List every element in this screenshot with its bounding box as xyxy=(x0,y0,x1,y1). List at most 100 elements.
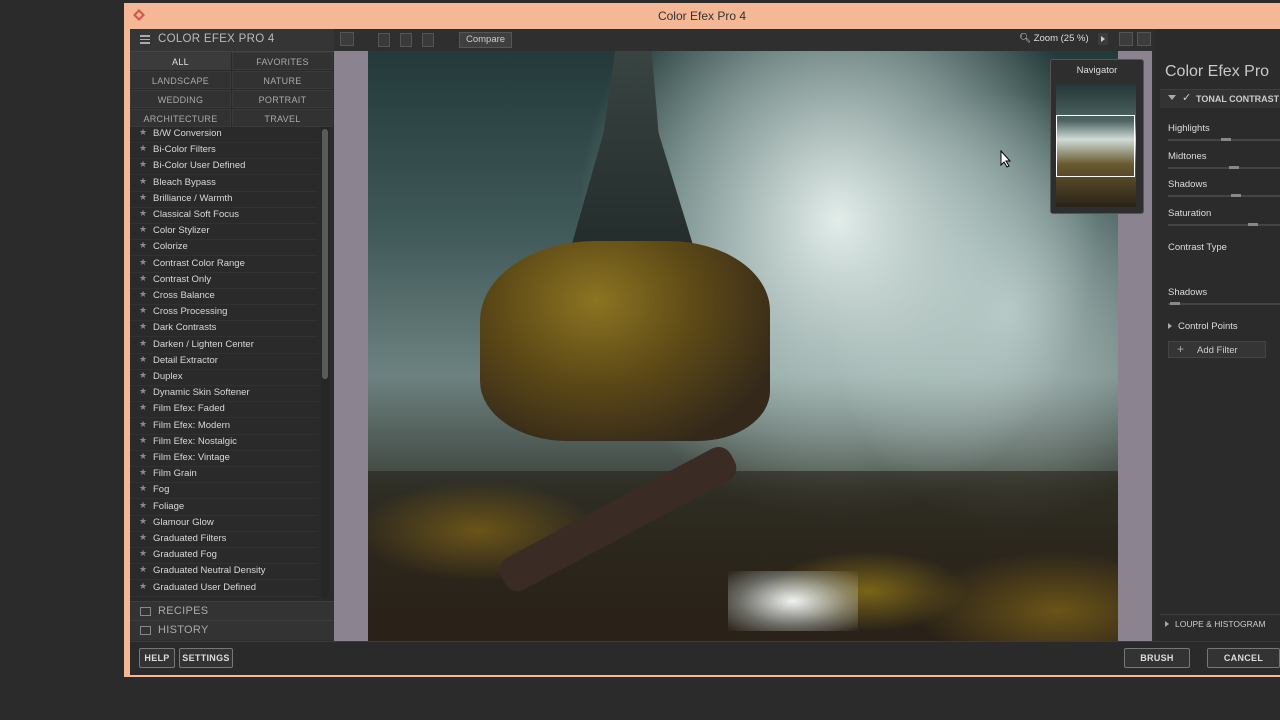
tab-wedding[interactable]: WEDDING xyxy=(130,90,231,108)
filter-list-item[interactable]: ★ Colorize xyxy=(130,239,318,257)
filter-list-item[interactable]: ★ Glamour Glow xyxy=(130,515,318,532)
filter-list-item[interactable]: ★ Film Grain xyxy=(130,466,318,484)
tab-favorites[interactable]: FAVORITES xyxy=(232,52,333,70)
favorite-star-icon[interactable]: ★ xyxy=(139,435,147,446)
tab-all[interactable]: ALL xyxy=(130,52,231,70)
control-points-toggle[interactable]: Control Points xyxy=(1168,321,1238,332)
favorite-star-icon[interactable]: ★ xyxy=(139,419,147,430)
favorite-star-icon[interactable]: ★ xyxy=(139,159,147,170)
filter-list-item[interactable]: ★ B/W Conversion xyxy=(130,126,318,143)
collapse-arrow-icon[interactable] xyxy=(1168,95,1176,100)
filter-list-item[interactable]: ★ Cross Processing xyxy=(130,304,318,322)
filter-list-scrollbar[interactable] xyxy=(321,127,329,597)
tab-portrait[interactable]: PORTRAIT xyxy=(232,90,333,108)
filter-list-item[interactable]: ★ Graduated Fog xyxy=(130,547,318,565)
favorite-star-icon[interactable]: ★ xyxy=(139,208,147,219)
filter-list-item[interactable]: ★ Contrast Color Range xyxy=(130,256,318,273)
scrollbar-thumb[interactable] xyxy=(322,129,328,379)
favorite-star-icon[interactable]: ★ xyxy=(139,500,147,511)
checkmark-icon[interactable]: ✓ xyxy=(1182,91,1191,104)
toggle-left-panel-icon[interactable] xyxy=(340,32,354,46)
favorite-star-icon[interactable]: ★ xyxy=(139,467,147,478)
slider-midtones[interactable] xyxy=(1168,166,1280,169)
favorite-star-icon[interactable]: ★ xyxy=(139,321,147,332)
slider-knob[interactable] xyxy=(1229,166,1239,169)
filter-header-tonal-contrast[interactable]: ✓ TONAL CONTRAST xyxy=(1160,89,1280,108)
favorite-star-icon[interactable]: ★ xyxy=(139,386,147,397)
background-color-icon[interactable] xyxy=(1119,32,1133,46)
filter-list-item[interactable]: ★ Contrast Only xyxy=(130,272,318,289)
filter-list-item[interactable]: ★ Duplex xyxy=(130,369,318,386)
favorite-star-icon[interactable]: ★ xyxy=(139,548,147,559)
filter-list-item[interactable]: ★ Film Efex: Modern xyxy=(130,418,318,435)
favorite-star-icon[interactable]: ★ xyxy=(139,338,147,349)
split-view-icon[interactable] xyxy=(400,33,412,47)
filter-list-item[interactable]: ★ Film Efex: Faded xyxy=(130,401,318,419)
settings-button[interactable]: SETTINGS xyxy=(179,648,233,668)
tab-architecture[interactable]: ARCHITECTURE xyxy=(130,109,231,127)
slider-shadows[interactable] xyxy=(1168,194,1280,197)
favorite-star-icon[interactable]: ★ xyxy=(139,192,147,203)
filter-list-item[interactable]: ★ Dark Contrasts xyxy=(130,320,318,338)
filter-list-item[interactable]: ★ Classical Soft Focus xyxy=(130,207,318,224)
filter-list-item[interactable]: ★ Brilliance / Warmth xyxy=(130,191,318,208)
favorite-star-icon[interactable]: ★ xyxy=(139,176,147,187)
favorite-star-icon[interactable]: ★ xyxy=(139,483,147,494)
tab-landscape[interactable]: LANDSCAPE xyxy=(130,71,231,89)
filter-list-item[interactable]: ★ Color Stylizer xyxy=(130,223,318,241)
cancel-button[interactable]: CANCEL xyxy=(1207,648,1280,668)
zoom-menu-arrow-icon[interactable] xyxy=(1098,33,1108,45)
add-filter-button[interactable]: + Add Filter xyxy=(1168,341,1266,358)
favorite-star-icon[interactable]: ★ xyxy=(139,289,147,300)
menu-icon[interactable] xyxy=(140,35,150,44)
single-view-icon[interactable] xyxy=(378,33,390,47)
favorite-star-icon[interactable]: ★ xyxy=(139,273,147,284)
favorite-star-icon[interactable]: ★ xyxy=(139,257,147,268)
favorite-star-icon[interactable]: ★ xyxy=(139,581,147,592)
filter-list-item[interactable]: ★ Darken / Lighten Center xyxy=(130,337,318,354)
slider-knob[interactable] xyxy=(1248,223,1258,226)
favorite-star-icon[interactable]: ★ xyxy=(139,143,147,154)
slider-knob[interactable] xyxy=(1231,194,1241,197)
slider-highlights[interactable] xyxy=(1168,138,1280,141)
tab-travel[interactable]: TRAVEL xyxy=(232,109,333,127)
zoom-control[interactable]: 🔍︎ Zoom (25 %) xyxy=(1019,33,1089,44)
filter-list-item[interactable]: ★ Bi-Color User Defined xyxy=(130,158,318,176)
favorite-star-icon[interactable]: ★ xyxy=(139,224,147,235)
favorite-star-icon[interactable]: ★ xyxy=(139,370,147,381)
favorite-star-icon[interactable]: ★ xyxy=(139,451,147,462)
favorite-star-icon[interactable]: ★ xyxy=(139,354,147,365)
tab-nature[interactable]: NATURE xyxy=(232,71,333,89)
filter-list-item[interactable]: ★ Dynamic Skin Softener xyxy=(130,385,318,403)
filter-list-item[interactable]: ★ Graduated Filters xyxy=(130,531,318,548)
slider-shadows-2[interactable] xyxy=(1168,302,1280,305)
favorite-star-icon[interactable]: ★ xyxy=(139,305,147,316)
history-section[interactable]: HISTORY xyxy=(130,620,334,640)
navigator-viewport[interactable] xyxy=(1056,115,1135,177)
favorite-star-icon[interactable]: ★ xyxy=(139,402,147,413)
filter-list-item[interactable]: ★ Foliage xyxy=(130,499,318,516)
filter-list-item[interactable]: ★ Film Efex: Vintage xyxy=(130,450,318,467)
brush-button[interactable]: BRUSH xyxy=(1124,648,1190,668)
help-button[interactable]: HELP xyxy=(139,648,175,668)
filter-list-item[interactable]: ★ Detail Extractor xyxy=(130,353,318,370)
filter-list-item[interactable]: ★ Film Efex: Nostalgic xyxy=(130,434,318,451)
side-by-side-view-icon[interactable] xyxy=(422,33,434,47)
slider-knob[interactable] xyxy=(1221,138,1231,141)
filter-list-item[interactable]: ★ Bleach Bypass xyxy=(130,175,318,192)
slider-knob[interactable] xyxy=(1170,302,1180,305)
filter-list-item[interactable]: ★ Cross Balance xyxy=(130,288,318,305)
loupe-histogram-section[interactable]: LOUPE & HISTOGRAM xyxy=(1160,614,1280,634)
filter-list-item[interactable]: ★ Bi-Color Filters xyxy=(130,142,318,160)
filter-list-item[interactable]: ★ Graduated User Defined xyxy=(130,580,318,597)
recipes-section[interactable]: RECIPES xyxy=(130,601,334,621)
preview-image[interactable] xyxy=(368,51,1118,641)
filter-list-item[interactable]: ★ Graduated Neutral Density xyxy=(130,563,318,581)
compare-button[interactable]: Compare xyxy=(459,32,513,48)
filter-list-item[interactable]: ★ Fog xyxy=(130,482,318,500)
favorite-star-icon[interactable]: ★ xyxy=(139,240,147,251)
favorite-star-icon[interactable]: ★ xyxy=(139,516,147,527)
favorite-star-icon[interactable]: ★ xyxy=(139,532,147,543)
favorite-star-icon[interactable]: ★ xyxy=(139,564,147,575)
slider-saturation[interactable] xyxy=(1168,223,1280,226)
